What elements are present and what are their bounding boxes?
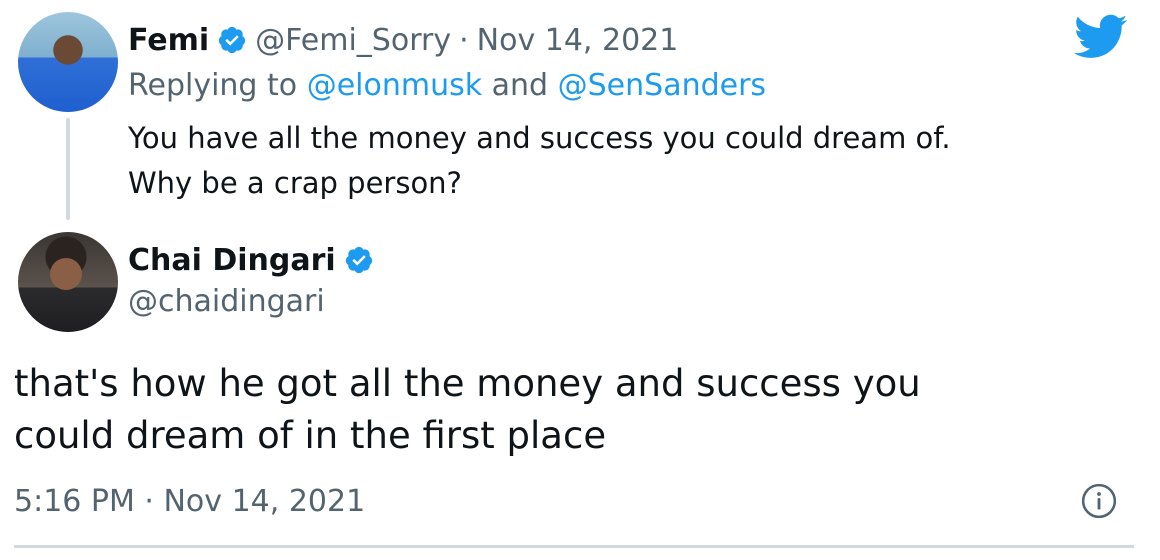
reply-date[interactable]: Nov 14, 2021	[477, 23, 679, 58]
main-tweet-header: Chai Dingari	[128, 240, 374, 280]
twitter-bird-icon[interactable]	[1074, 14, 1128, 60]
mention-sensanders[interactable]: @SenSanders	[558, 68, 766, 103]
reply-tweet-text: You have all the money and success you c…	[128, 116, 951, 206]
reply-text-line: Why be a crap person?	[128, 166, 462, 200]
avatar-chai-dingari[interactable]	[18, 232, 118, 332]
reply-separator: ·	[459, 22, 469, 58]
replying-and: and	[491, 68, 549, 103]
reply-display-name[interactable]: Femi	[128, 23, 209, 58]
verified-badge-icon	[345, 246, 372, 274]
main-text-line: could dream of in the first place	[14, 414, 607, 457]
verified-badge-icon	[219, 26, 246, 54]
reply-handle[interactable]: @Femi_Sorry	[255, 23, 451, 58]
avatar-femi[interactable]	[18, 12, 118, 112]
replying-to-prefix: Replying to	[128, 68, 298, 103]
main-display-name[interactable]: Chai Dingari	[128, 243, 336, 278]
tweet-timestamp[interactable]: 5:16 PM · Nov 14, 2021	[14, 480, 365, 524]
mention-elonmusk[interactable]: @elonmusk	[307, 68, 482, 103]
thread-connector-line	[66, 118, 70, 220]
main-handle[interactable]: @chaidingari	[128, 282, 325, 322]
reply-tweet-header: Femi @Femi_Sorry · Nov 14, 2021	[128, 20, 678, 60]
replying-to-line: Replying to @elonmusk and @SenSanders	[128, 66, 766, 106]
bottom-divider	[14, 545, 1134, 548]
main-text-line: that's how he got all the money and succ…	[14, 362, 921, 405]
info-icon[interactable]	[1080, 482, 1118, 520]
main-tweet-text: that's how he got all the money and succ…	[14, 358, 921, 462]
reply-text-line: You have all the money and success you c…	[128, 121, 951, 155]
